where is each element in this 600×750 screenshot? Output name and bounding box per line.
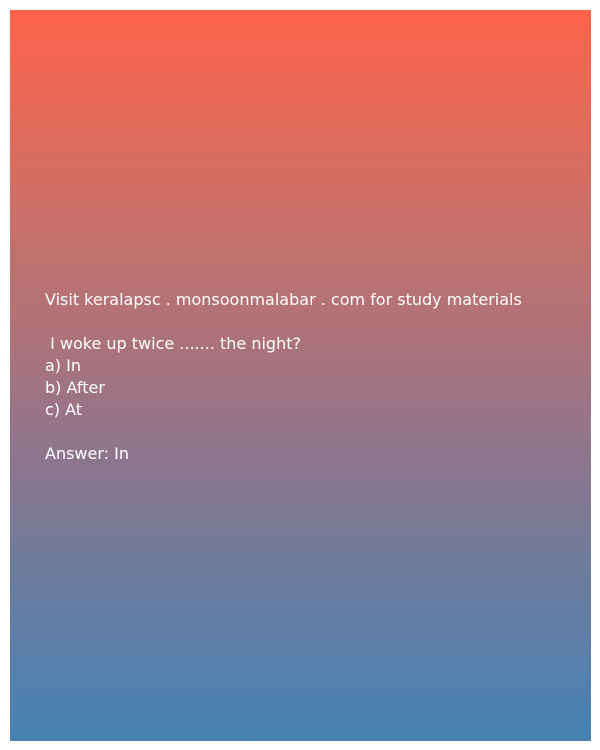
answer-text: Answer: In [45,444,129,463]
promo-text: Visit keralapsc . monsoonmalabar . com f… [45,290,522,309]
option-c: c) At [45,400,83,419]
question-card: Visit keralapsc . monsoonmalabar . com f… [10,10,591,741]
question-text: I woke up twice ....... the night? [45,334,301,353]
option-b: b) After [45,378,105,397]
card-content: Visit keralapsc . monsoonmalabar . com f… [45,289,585,465]
option-a: a) In [45,356,81,375]
